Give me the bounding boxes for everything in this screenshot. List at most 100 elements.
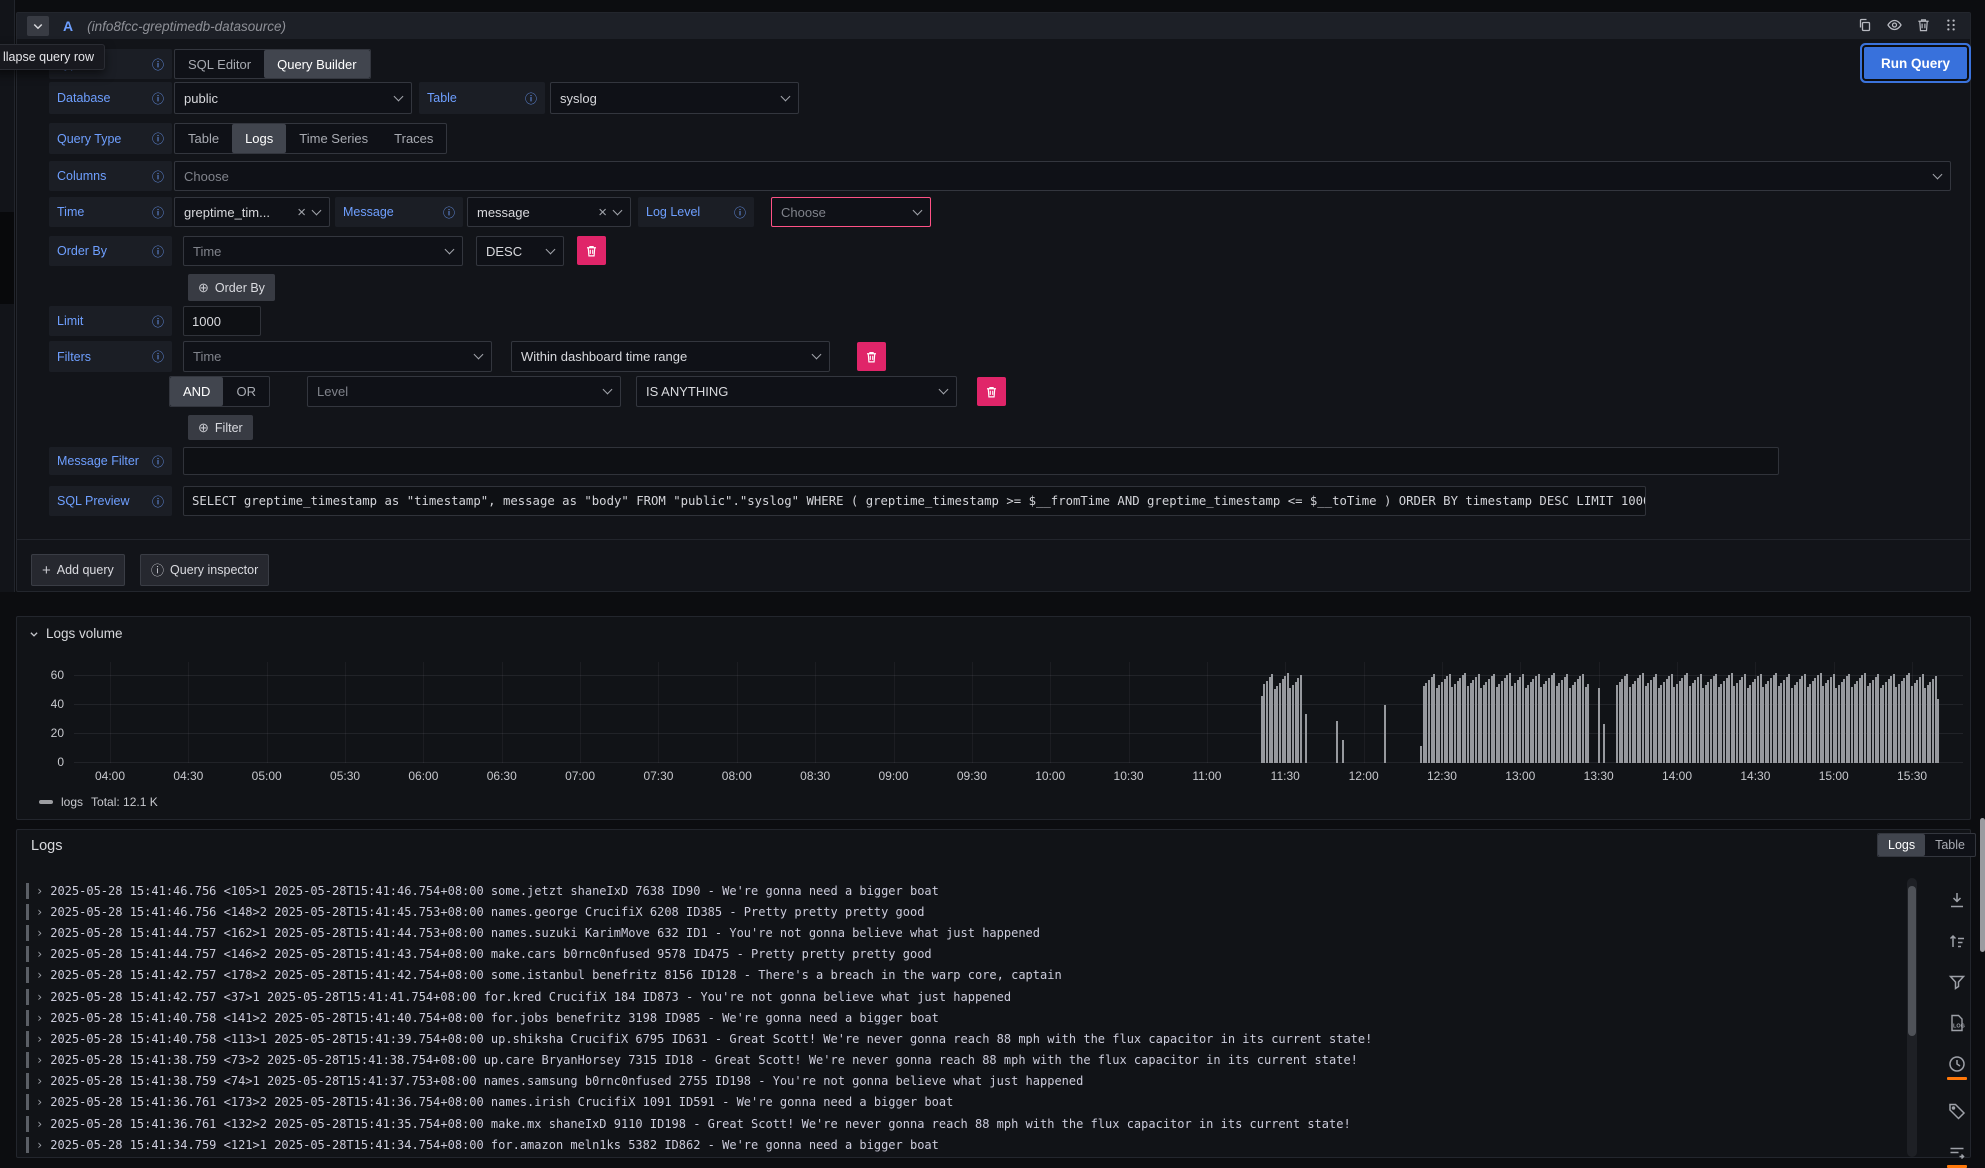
log-row[interactable]: ›2025-05-28 15:41:44.757 <146>2 2025-05-… [26, 944, 1890, 965]
hide-response-icon[interactable] [1886, 17, 1903, 33]
table-view-option[interactable]: Table [1925, 834, 1975, 856]
expand-log-icon[interactable]: › [36, 884, 43, 898]
expand-log-icon[interactable]: › [36, 1011, 43, 1025]
log-row[interactable]: ›2025-05-28 15:41:34.759 <121>1 2025-05-… [26, 1134, 1890, 1155]
info-icon[interactable]: ⓘ [152, 348, 164, 365]
expand-log-icon[interactable]: › [36, 905, 43, 919]
query-type-table[interactable]: Table [175, 124, 232, 153]
query-builder-option[interactable]: Query Builder [264, 50, 369, 78]
chevron-down-icon [445, 244, 455, 254]
or-option[interactable]: OR [223, 377, 269, 406]
legend-series-swatch[interactable] [39, 800, 53, 804]
chevron-down-icon [603, 385, 613, 395]
download-icon[interactable] [1947, 890, 1967, 910]
log-row[interactable]: ›2025-05-28 15:41:38.759 <73>2 2025-05-2… [26, 1050, 1890, 1071]
filter-field-select[interactable]: Time [183, 341, 492, 372]
expand-log-icon[interactable]: › [36, 1053, 43, 1067]
log-row[interactable]: ›2025-05-28 15:41:46.756 <105>1 2025-05-… [26, 880, 1890, 901]
log-row[interactable]: ›2025-05-28 15:41:36.761 <173>2 2025-05-… [26, 1092, 1890, 1113]
clear-icon[interactable]: × [297, 205, 306, 220]
sql-editor-option[interactable]: SQL Editor [175, 50, 264, 78]
info-icon[interactable]: ⓘ [152, 168, 164, 185]
query-type-logs[interactable]: Logs [232, 124, 286, 153]
database-select[interactable]: public [174, 82, 412, 114]
limit-input[interactable] [183, 306, 261, 336]
expand-log-icon[interactable]: › [36, 1138, 43, 1152]
query-type-time-series[interactable]: Time Series [286, 124, 381, 153]
filter-condition-select[interactable]: Within dashboard time range [511, 341, 830, 372]
info-icon[interactable]: ⓘ [525, 90, 537, 107]
add-order-by-button[interactable]: ⊕ Order By [188, 274, 275, 301]
expand-log-icon[interactable]: › [36, 947, 43, 961]
log-row[interactable]: ›2025-05-28 15:41:36.761 <132>2 2025-05-… [26, 1113, 1890, 1134]
log-row[interactable]: ›2025-05-28 15:41:42.757 <37>1 2025-05-2… [26, 986, 1890, 1007]
add-query-label: Add query [57, 563, 114, 577]
query-ref-id: A [63, 18, 73, 34]
tag-icon[interactable] [1947, 1101, 1967, 1121]
expand-log-icon[interactable]: › [36, 926, 43, 940]
query-inspector-button[interactable]: ⓘ Query inspector [140, 554, 269, 586]
volume-bar [1598, 688, 1600, 763]
log-row[interactable]: ›2025-05-28 15:41:42.757 <178>2 2025-05-… [26, 965, 1890, 986]
logs-volume-header[interactable]: Logs volume [29, 626, 123, 641]
remove-query-icon[interactable] [1916, 17, 1931, 33]
drag-handle-icon[interactable] [1944, 17, 1958, 33]
query-row-header[interactable]: A (info8fcc-greptimedb-datasource) [17, 13, 1970, 39]
log-row[interactable]: › 2025-05-28 15:41:40.758 <113>1 2025-05-… [26, 1028, 1890, 1049]
time-column-select[interactable]: greptime_tim... × [174, 197, 330, 227]
info-icon[interactable]: ⓘ [152, 56, 164, 73]
info-icon[interactable]: ⓘ [152, 243, 164, 260]
message-filter-input[interactable] [183, 447, 1779, 475]
add-query-button[interactable]: + Add query [31, 554, 125, 586]
remove-order-by-button[interactable] [577, 236, 606, 265]
log-file-icon[interactable]: LOG [1947, 1013, 1967, 1033]
log-row[interactable]: ›2025-05-28 15:41:44.757 <162>1 2025-05-… [26, 922, 1890, 943]
query-type-traces[interactable]: Traces [381, 124, 446, 153]
expand-log-icon[interactable]: › [36, 990, 43, 1004]
legend-series-label[interactable]: logs [61, 795, 83, 809]
info-icon[interactable]: ⓘ [152, 493, 164, 510]
expand-log-icon[interactable]: › [36, 1117, 43, 1131]
info-icon[interactable]: ⓘ [152, 90, 164, 107]
remove-level-filter-button[interactable] [977, 377, 1006, 406]
info-icon[interactable]: ⓘ [443, 204, 455, 221]
add-filter-button[interactable]: ⊕ Filter [188, 415, 253, 440]
clear-icon[interactable]: × [598, 205, 607, 220]
and-option[interactable]: AND [170, 377, 223, 406]
wrap-lines-icon[interactable] [1947, 1142, 1967, 1168]
window-scrollbar-thumb[interactable] [1980, 818, 1985, 952]
remove-filter-button[interactable] [857, 342, 886, 371]
info-icon[interactable]: ⓘ [152, 204, 164, 221]
sort-order-icon[interactable] [1947, 931, 1967, 951]
logs-scrollbar-thumb[interactable] [1908, 886, 1916, 1036]
expand-log-icon[interactable]: › [36, 1095, 43, 1109]
order-by-field-select[interactable]: Time [183, 236, 463, 266]
filter-operator-select[interactable]: IS ANYTHING [636, 376, 957, 407]
message-column-select[interactable]: message × [467, 197, 631, 227]
duplicate-query-icon[interactable] [1857, 17, 1873, 33]
columns-select[interactable]: Choose [174, 161, 1951, 191]
time-icon[interactable] [1947, 1054, 1967, 1080]
info-icon[interactable]: ⓘ [152, 453, 164, 470]
expand-log-icon[interactable]: › [36, 968, 43, 982]
add-order-by-label: Order By [215, 281, 265, 295]
info-icon[interactable]: ⓘ [152, 313, 164, 330]
order-by-label-cell: Order By ⓘ [49, 236, 172, 266]
log-row[interactable]: ›2025-05-28 15:41:38.759 <74>1 2025-05-2… [26, 1071, 1890, 1092]
log-row[interactable]: ›2025-05-28 15:41:40.758 <141>2 2025-05-… [26, 1007, 1890, 1028]
order-by-direction-value: DESC [486, 244, 540, 259]
log-row[interactable]: ›2025-05-28 15:41:46.756 <148>2 2025-05-… [26, 901, 1890, 922]
expand-log-icon[interactable]: › [36, 1074, 43, 1088]
filter-level-field-select[interactable]: Level [307, 376, 621, 407]
expand-log-icon[interactable]: › [36, 1032, 43, 1046]
filter-icon[interactable] [1947, 972, 1967, 992]
logs-scrollbar[interactable] [1907, 878, 1917, 1157]
log-level-select[interactable]: Choose [771, 197, 931, 227]
log-line-text: 2025-05-28 15:41:40.758 <113>1 2025-05-2… [50, 1032, 1372, 1046]
info-icon[interactable]: ⓘ [152, 130, 164, 147]
order-by-direction-select[interactable]: DESC [476, 236, 564, 266]
collapse-query-row-button[interactable] [27, 16, 49, 36]
info-icon[interactable]: ⓘ [734, 204, 746, 221]
table-select[interactable]: syslog [550, 82, 799, 114]
logs-view-option[interactable]: Logs [1878, 834, 1925, 856]
